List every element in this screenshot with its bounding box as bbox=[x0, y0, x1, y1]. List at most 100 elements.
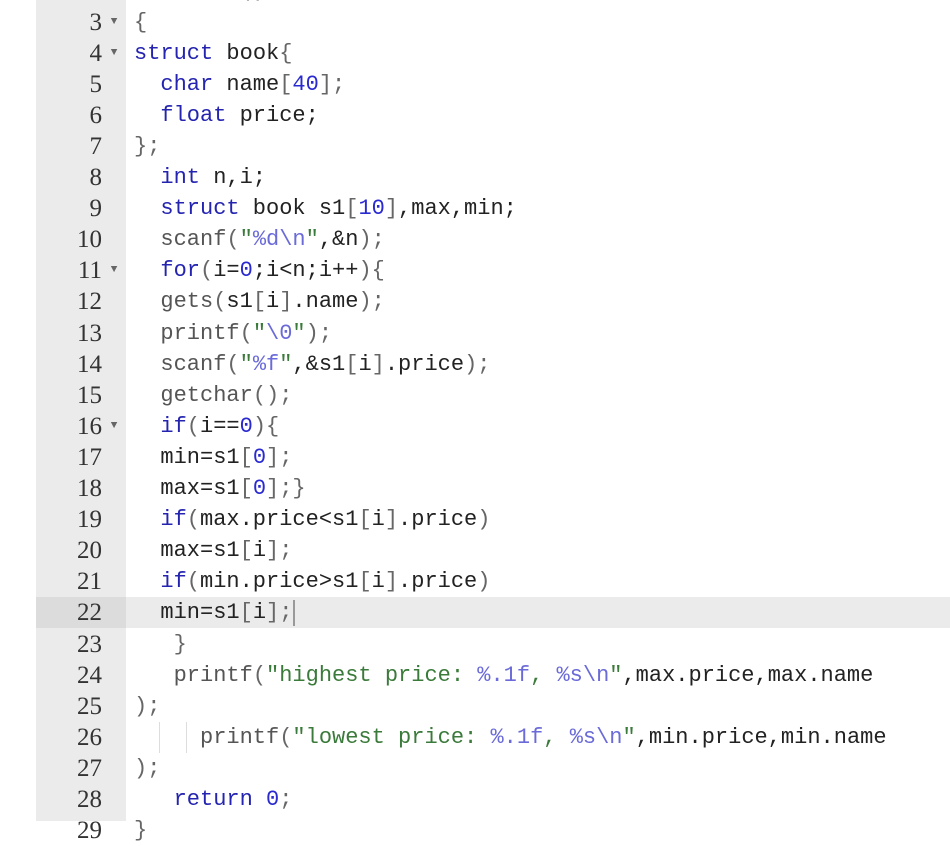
token-fn: printf bbox=[160, 320, 240, 346]
code-text[interactable]: printf("lowest price: %.1f, %s\n",min.pr… bbox=[200, 722, 887, 753]
token-kw: for bbox=[160, 258, 200, 284]
code-line[interactable]: 11 ▼ for(i=0;i<n;i++){ bbox=[36, 255, 950, 286]
token-id bbox=[253, 787, 266, 812]
line-number: 24 bbox=[77, 661, 102, 689]
token-id: ,max,min; bbox=[398, 196, 517, 222]
fold-arrow-icon[interactable]: ▼ bbox=[109, 7, 119, 38]
token-p: (); bbox=[252, 382, 293, 408]
code-text[interactable]: printf("highest price: %.1f, %s\n",max.p… bbox=[174, 660, 874, 691]
code-line[interactable]: 25); bbox=[36, 691, 950, 722]
token-id: price; bbox=[226, 102, 319, 128]
code-line[interactable]: 19 if(max.price<s1[i].price) bbox=[36, 504, 950, 535]
code-line[interactable]: 16 ▼ if(i==0){ bbox=[36, 411, 950, 442]
token-p: ]; bbox=[318, 71, 346, 97]
code-text[interactable]: struct book{ bbox=[134, 38, 292, 69]
code-text[interactable]: getchar(); bbox=[160, 380, 292, 411]
token-p: ( bbox=[186, 413, 200, 439]
code-text[interactable]: } bbox=[134, 815, 147, 846]
token-id: .price bbox=[398, 507, 478, 533]
code-line[interactable]: 24 printf("highest price: %.1f, %s\n",max… bbox=[36, 660, 950, 691]
code-text[interactable]: int n,i; bbox=[160, 162, 266, 193]
code-text[interactable]: for(i=0;i<n;i++){ bbox=[160, 255, 384, 286]
token-fn: getchar bbox=[160, 382, 253, 408]
code-text[interactable]: float price; bbox=[160, 100, 318, 131]
token-str: "highest price: bbox=[266, 662, 478, 688]
code-text[interactable]: int main() bbox=[134, 0, 266, 6]
line-number: 15 bbox=[77, 381, 102, 409]
code-line[interactable]: 21 if(min.price>s1[i].price) bbox=[36, 566, 950, 597]
code-text[interactable]: char name[40]; bbox=[160, 69, 345, 100]
code-line[interactable]: 20 max=s1[i]; bbox=[36, 535, 950, 566]
token-str: " bbox=[279, 351, 293, 377]
code-text[interactable]: { bbox=[134, 7, 147, 38]
token-p: ( bbox=[239, 320, 253, 346]
token-id: min=s1 bbox=[160, 600, 240, 626]
code-line[interactable]: 26 printf("lowest price: %.1f, %s\n",min.… bbox=[36, 721, 950, 753]
code-line[interactable]: 15 getchar(); bbox=[36, 380, 950, 411]
code-line[interactable]: 22 min=s1[i]; bbox=[36, 597, 950, 629]
code-text[interactable]: min=s1[0]; bbox=[160, 442, 292, 473]
token-str: , bbox=[530, 662, 557, 688]
token-id: book s1 bbox=[239, 196, 346, 222]
code-text[interactable]: return 0; bbox=[174, 784, 293, 815]
code-text[interactable]: scanf("%f",&s1[i].price); bbox=[160, 349, 490, 380]
code-line[interactable]: 8 int n,i; bbox=[36, 162, 950, 193]
code-text[interactable]: if(max.price<s1[i].price) bbox=[160, 504, 490, 535]
code-text[interactable]: max=s1[i]; bbox=[160, 535, 292, 566]
code-text[interactable]: min=s1[i]; bbox=[160, 597, 296, 628]
line-number: 22 bbox=[36, 597, 126, 629]
line-number: 13 bbox=[77, 319, 102, 347]
code-line[interactable]: 2 int main() bbox=[36, 0, 950, 6]
token-str: " bbox=[622, 724, 636, 750]
token-p: { bbox=[371, 258, 385, 284]
code-text[interactable]: gets(s1[i].name); bbox=[160, 286, 384, 317]
token-kw: if bbox=[160, 413, 187, 439]
code-text[interactable]: struct book s1[10],max,min; bbox=[160, 193, 516, 224]
line-number: 17 bbox=[77, 443, 102, 471]
code-text[interactable]: printf("\0"); bbox=[160, 318, 332, 349]
token-id: .price bbox=[384, 351, 465, 377]
code-line[interactable]: 6 float price; bbox=[36, 100, 950, 131]
code-line[interactable]: 9 struct book s1[10],max,min; bbox=[36, 193, 950, 224]
code-text[interactable]: if(min.price>s1[i].price) bbox=[160, 566, 490, 597]
code-line[interactable]: 12 gets(s1[i].name); bbox=[36, 286, 950, 317]
fold-arrow-icon[interactable]: ▼ bbox=[109, 411, 119, 442]
code-text[interactable]: ); bbox=[134, 691, 160, 722]
code-line[interactable]: 5 char name[40]; bbox=[36, 69, 950, 100]
token-num: 40 bbox=[292, 71, 319, 97]
code-text[interactable]: ); bbox=[134, 753, 160, 784]
token-p: ) bbox=[358, 258, 372, 284]
code-text[interactable]: }; bbox=[134, 131, 160, 162]
token-num: 0 bbox=[239, 413, 253, 439]
fold-arrow-icon[interactable]: ▼ bbox=[109, 38, 119, 69]
code-text[interactable]: max=s1[0];} bbox=[160, 473, 305, 504]
code-line[interactable]: 14 scanf("%f",&s1[i].price); bbox=[36, 349, 950, 380]
line-number: 6 bbox=[89, 101, 103, 129]
code-editor[interactable]: 2int main()3▼{4▼struct book{5char name[4… bbox=[0, 0, 950, 844]
token-kw: float bbox=[160, 102, 227, 128]
token-kw: if bbox=[160, 569, 187, 595]
token-p: ( bbox=[213, 289, 227, 315]
line-number: 7 bbox=[89, 132, 103, 160]
code-line[interactable]: 13 printf("\0"); bbox=[36, 318, 950, 349]
code-line[interactable]: 27); bbox=[36, 753, 950, 784]
code-line[interactable]: 17 min=s1[0]; bbox=[36, 442, 950, 473]
token-esc: %s\n bbox=[556, 662, 610, 688]
code-line[interactable]: 18 max=s1[0];} bbox=[36, 473, 950, 504]
code-line[interactable]: 7}; bbox=[36, 131, 950, 162]
token-esc: %.1f bbox=[477, 662, 531, 688]
token-p: [ bbox=[252, 289, 267, 315]
code-line[interactable]: 23} bbox=[36, 629, 950, 660]
code-line[interactable]: 10 scanf("%d\n",&n); bbox=[36, 224, 950, 255]
code-text[interactable]: if(i==0){ bbox=[160, 411, 279, 442]
code-line[interactable]: 28 return 0; bbox=[36, 784, 950, 815]
token-p: ( bbox=[279, 724, 293, 750]
code-line[interactable]: 4 ▼ struct book{ bbox=[36, 38, 950, 69]
code-line[interactable]: 29} bbox=[36, 815, 950, 846]
code-text[interactable]: scanf("%d\n",&n); bbox=[160, 224, 384, 255]
token-id: i bbox=[358, 351, 372, 377]
code-line[interactable]: 3 ▼{ bbox=[36, 7, 950, 38]
fold-arrow-icon[interactable]: ▼ bbox=[109, 255, 119, 286]
token-id: .price bbox=[398, 569, 478, 595]
code-text[interactable]: } bbox=[174, 629, 187, 660]
